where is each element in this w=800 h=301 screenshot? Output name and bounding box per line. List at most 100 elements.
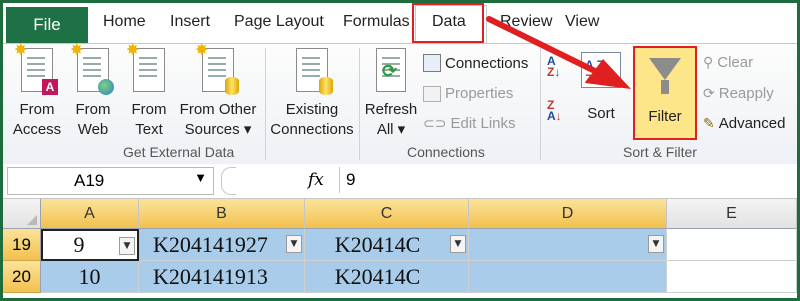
from-other-sources-label-1: From Other [179,101,257,118]
from-text-label-1: From [131,101,167,118]
refresh-all-label-2: All ▾ [376,121,406,138]
from-web-button[interactable]: ✸ From Web [69,42,117,140]
from-access-label-1: From [19,101,55,118]
filter-funnel-icon [649,58,681,80]
excel-window: File Home Insert Page Layout Formulas Da… [0,0,800,301]
ribbon-data: ✸ A From Access ✸ From Web ✸ From Text ✸ … [3,42,797,165]
cell-a19[interactable]: 9 ▼ [41,229,139,261]
cell-b20-value: K204141913 [153,263,268,289]
existing-connections-label-1: Existing [285,101,339,118]
text-file-icon: ✸ [126,42,165,92]
from-text-label-2: Text [135,121,163,138]
column-header-b[interactable]: B [139,199,305,229]
formula-bar-divider [221,167,236,195]
column-header-c[interactable]: C [305,199,469,229]
reapply-icon: ⟳ [703,85,715,101]
other-sources-icon: ✸ [195,42,239,95]
group-separator [359,48,360,160]
properties-icon [423,85,441,102]
select-all-corner[interactable] [3,199,41,229]
tab-view[interactable]: View [565,13,599,31]
sort-button[interactable]: A Z Z A Sort [575,48,627,124]
from-other-sources-button[interactable]: ✸ From Other Sources ▾ [177,42,259,140]
group-separator [540,48,541,160]
group-label-connections: Connections [407,144,485,160]
advanced-label: Advanced [718,115,786,132]
properties-button[interactable]: Properties [423,85,513,102]
refresh-all-button[interactable]: ⟳ Refresh All ▾ [363,48,419,140]
ribbon-tab-bar: File Home Insert Page Layout Formulas Da… [3,3,797,44]
access-icon: ✸ A [14,42,58,95]
existing-connections-icon [296,48,333,95]
cell-b19[interactable]: K204141927 ▼ [139,229,305,261]
connections-label: Connections [445,54,529,72]
cell-d20[interactable] [469,261,667,293]
from-other-sources-label-2: Sources ▾ [184,121,252,138]
column-header-a[interactable]: A [41,199,139,229]
formula-value: 9 [346,170,356,189]
column-header-d[interactable]: D [469,199,667,229]
from-access-button[interactable]: ✸ A From Access [11,42,63,140]
from-web-label-1: From [75,101,111,118]
filter-dropdown-d-icon[interactable]: ▼ [648,235,664,253]
sort-label: Sort [587,105,615,122]
tab-home[interactable]: Home [103,13,146,31]
row-header-20[interactable]: 20 [3,261,41,293]
filter-dropdown-a-icon[interactable]: ▼ [119,237,135,255]
cell-b20[interactable]: K204141913 [139,261,305,293]
cell-c20-value: K20414C [334,263,421,289]
refresh-icon: ⟳ [376,48,406,92]
filter-dropdown-c-icon[interactable]: ▼ [450,235,466,253]
connections-icon [423,54,441,72]
name-box-dropdown-icon[interactable]: ▼ [194,170,207,185]
cell-b19-value: K204141927 [153,231,268,257]
cell-a20-value: 10 [78,263,101,289]
cell-a20[interactable]: 10 [41,261,139,293]
cell-d19[interactable]: ▼ [469,229,667,261]
reapply-button[interactable]: ⟳ Reapply [703,85,774,102]
advanced-filter-icon: ✎ [703,115,715,131]
existing-connections-label-2: Connections [270,121,354,138]
tab-review[interactable]: Review [500,13,552,31]
group-separator [265,48,266,160]
cell-c19-value: K20414C [334,231,421,257]
filter-button[interactable]: Filter [633,46,697,140]
cell-c20[interactable]: K20414C [305,261,469,293]
from-text-button[interactable]: ✸ From Text [125,42,173,140]
web-icon: ✸ [70,42,114,95]
sort-z-to-a-icon[interactable]: Z A↓ [547,99,562,122]
link-icon: ⊂⊃ [423,115,447,131]
tab-formulas[interactable]: Formulas [343,13,410,31]
worksheet-grid: A B C D E 19 9 ▼ K204141927 ▼ K20414C ▼ … [3,199,797,298]
advanced-filter-button[interactable]: ✎ Advanced [703,115,785,132]
connections-button[interactable]: Connections [423,54,528,72]
name-box-value: A19 [74,171,105,190]
properties-label: Properties [445,85,514,102]
name-box[interactable]: A19 ▼ [7,167,214,195]
clear-filter-icon: ⚲ [703,54,714,70]
column-header-e[interactable]: E [667,199,797,229]
tab-file[interactable]: File [6,7,88,43]
group-label-get-external-data: Get External Data [123,144,235,160]
filter-dropdown-b-icon[interactable]: ▼ [286,235,302,253]
existing-connections-button[interactable]: Existing Connections [269,48,355,140]
row-header-19[interactable]: 19 [3,229,41,261]
edit-links-label: Edit Links [450,115,516,132]
cell-a19-value: 9 [73,232,85,257]
formula-input[interactable]: 9 [339,167,795,193]
tab-page-layout[interactable]: Page Layout [234,13,324,31]
insert-function-icon[interactable]: fx [308,170,324,190]
tab-data-highlight [412,3,484,43]
sort-a-to-z-icon[interactable]: A Z↓ [547,55,560,78]
filter-label: Filter [648,108,682,125]
clear-label: Clear [717,54,754,71]
from-web-label-2: Web [77,121,109,138]
tab-insert[interactable]: Insert [170,13,210,31]
sort-dialog-icon: A Z Z A [581,52,621,88]
cell-e20[interactable] [667,261,797,293]
from-access-label-2: Access [12,121,62,138]
cell-c19[interactable]: K20414C ▼ [305,229,469,261]
clear-filter-button[interactable]: ⚲ Clear [703,54,753,71]
cell-e19[interactable] [667,229,797,261]
edit-links-button[interactable]: ⊂⊃ Edit Links [423,115,516,132]
